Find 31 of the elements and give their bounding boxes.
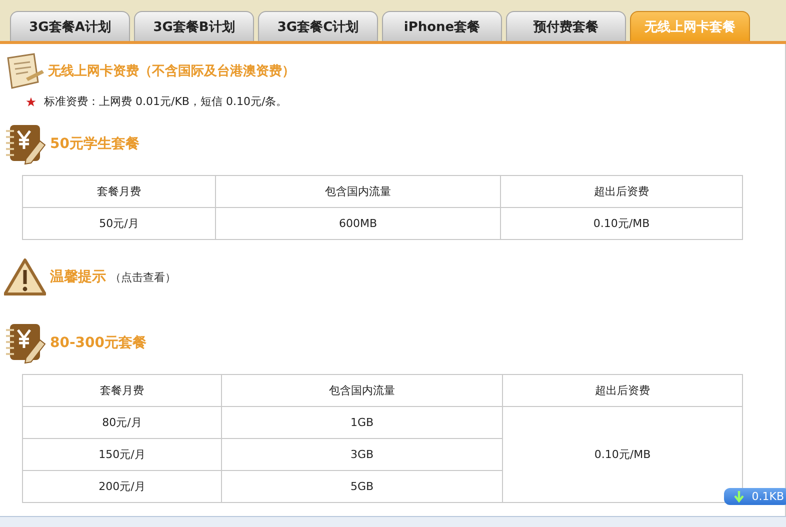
table-cell: 150元/月 [22, 438, 222, 470]
tab[interactable]: 预付费套餐 [506, 11, 626, 41]
notebook-pencil-icon [4, 123, 46, 165]
rate-text: 标准资费：上网费 0.01元/KB，短信 0.10元/条。 [44, 94, 288, 109]
plan-title: 50元学生套餐 [50, 135, 140, 153]
tab[interactable]: 3G套餐C计划 [258, 11, 378, 41]
table-header-cell: 超出后资费 [500, 176, 742, 208]
tab[interactable]: 3G套餐B计划 [134, 11, 254, 41]
notepad-icon [4, 52, 44, 90]
table-cell: 50元/月 [22, 208, 216, 240]
section-title: 无线上网卡资费（不含国际及台港澳资费） [48, 63, 295, 80]
warning-icon [4, 258, 46, 296]
table-cell: 600MB [216, 208, 500, 240]
table-header-cell: 套餐月费 [22, 176, 216, 208]
tip-title: 温馨提示 [50, 268, 106, 286]
tab[interactable]: iPhone套餐 [382, 11, 502, 41]
star-icon [26, 96, 36, 106]
table-cell: 1GB [222, 406, 502, 438]
tip-link[interactable]: （点击查看） [110, 270, 176, 284]
plan-title: 80-300元套餐 [50, 334, 147, 352]
table-header-cell: 包含国内流量 [216, 176, 500, 208]
table-header-cell: 超出后资费 [502, 374, 742, 406]
download-arrow-icon [734, 490, 744, 502]
table-cell: 80元/月 [22, 406, 222, 438]
table-cell: 0.10元/MB [500, 208, 742, 240]
tab[interactable]: 3G套餐A计划 [10, 11, 130, 41]
table-header-cell: 包含国内流量 [222, 374, 502, 406]
notebook-pencil-icon [4, 322, 46, 364]
table-cell: 200元/月 [22, 470, 222, 502]
speed-text: 0.1KB [752, 490, 784, 503]
table-header-cell: 套餐月费 [22, 374, 222, 406]
